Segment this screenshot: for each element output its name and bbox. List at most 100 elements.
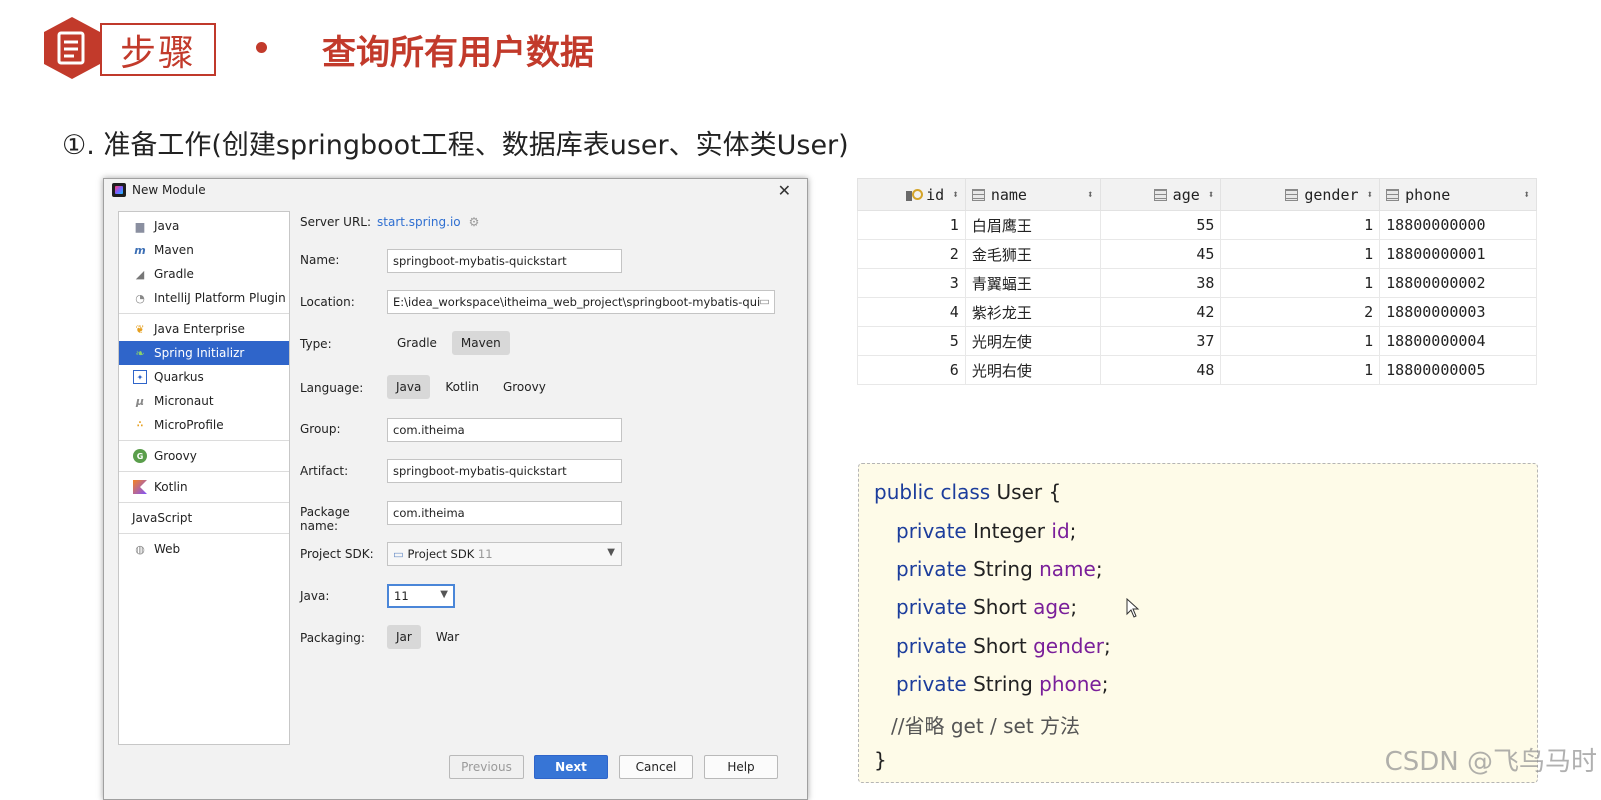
sort-icon[interactable]: ⬍: [1087, 188, 1094, 201]
java-version-label: Java:: [300, 589, 330, 603]
sidebar-item-micronaut[interactable]: μ Micronaut: [119, 389, 289, 413]
project-sdk-select[interactable]: ▭ Project SDK 11 ▼: [387, 542, 622, 566]
table-row[interactable]: 4 紫衫龙王 42 2 18800000003: [857, 297, 1537, 327]
group-row: Group:: [300, 422, 390, 436]
type-option-maven[interactable]: Maven: [451, 331, 510, 355]
sort-icon[interactable]: ⬍: [1367, 188, 1374, 201]
language-option-java[interactable]: Java: [387, 375, 431, 399]
server-url-link[interactable]: start.spring.io: [377, 215, 461, 229]
chevron-down-icon: ▼: [440, 589, 448, 600]
column-header-gender[interactable]: gender ⬍: [1220, 178, 1381, 211]
sidebar-item-groovy[interactable]: G Groovy: [119, 444, 289, 468]
microprofile-icon: ∴: [136, 420, 144, 430]
kotlin-icon: [133, 480, 147, 494]
language-option-kotlin[interactable]: Kotlin: [436, 375, 488, 399]
code-line-field: private Integer id;: [896, 519, 1076, 543]
cell-age[interactable]: 37: [1099, 326, 1222, 356]
cell-name[interactable]: 白眉鹰王: [964, 210, 1101, 240]
table-row[interactable]: 3 青翼蝠王 38 1 18800000002: [857, 268, 1537, 298]
cell-phone[interactable]: 18800000000: [1379, 210, 1537, 240]
package-name-input[interactable]: com.itheima: [387, 501, 622, 525]
sidebar-item-gradle[interactable]: ◢ Gradle: [119, 262, 289, 286]
type-option-gradle[interactable]: Gradle: [388, 331, 446, 355]
cell-id[interactable]: 1: [857, 210, 966, 240]
sidebar-item-maven[interactable]: m Maven: [119, 238, 289, 262]
column-header-name[interactable]: name ⬍: [964, 178, 1101, 211]
sidebar-item-spring-initializr[interactable]: ❧ Spring Initializr: [119, 341, 289, 365]
sidebar-item-java[interactable]: ▆ Java: [119, 214, 289, 238]
name-input[interactable]: springboot-mybatis-quickstart: [387, 249, 622, 273]
help-button[interactable]: Help: [704, 755, 778, 779]
close-icon[interactable]: ✕: [778, 181, 791, 200]
cell-phone[interactable]: 18800000001: [1379, 239, 1537, 269]
packaging-option-jar[interactable]: Jar: [387, 625, 421, 649]
cell-id[interactable]: 3: [857, 268, 966, 298]
cell-phone[interactable]: 18800000003: [1379, 297, 1537, 327]
next-button[interactable]: Next: [534, 755, 608, 779]
column-header-phone[interactable]: phone ⬍: [1379, 178, 1537, 211]
cell-age[interactable]: 42: [1099, 297, 1222, 327]
maven-icon: m: [134, 243, 146, 257]
sort-icon[interactable]: ⬍: [952, 188, 959, 201]
cell-name[interactable]: 光明右使: [964, 355, 1101, 385]
cell-name[interactable]: 光明左使: [964, 326, 1101, 356]
table-row[interactable]: 2 金毛狮王 45 1 18800000001: [857, 239, 1537, 269]
cell-age[interactable]: 45: [1099, 239, 1222, 269]
previous-button[interactable]: Previous: [449, 755, 524, 779]
gear-icon[interactable]: ⚙: [469, 215, 480, 229]
cell-phone[interactable]: 18800000002: [1379, 268, 1537, 298]
column-icon: [1285, 189, 1299, 201]
sidebar-item-quarkus[interactable]: ✦ Quarkus: [119, 365, 289, 389]
cell-id[interactable]: 2: [857, 239, 966, 269]
cell-name[interactable]: 青翼蝠王: [964, 268, 1101, 298]
code-field-name: gender: [1033, 634, 1105, 658]
sidebar-item-java-enterprise[interactable]: ❦ Java Enterprise: [119, 317, 289, 341]
cell-age[interactable]: 55: [1099, 210, 1222, 240]
table-row[interactable]: 5 光明左使 37 1 18800000004: [857, 326, 1537, 356]
cell-gender[interactable]: 1: [1220, 210, 1381, 240]
java-version-select[interactable]: 11 ▼: [387, 584, 455, 608]
code-type: Short: [973, 595, 1027, 619]
table-row[interactable]: 6 光明右使 48 1 18800000005: [857, 355, 1537, 385]
group-input[interactable]: com.itheima: [387, 418, 622, 442]
code-field-name: phone: [1039, 672, 1102, 696]
cell-age[interactable]: 48: [1099, 355, 1222, 385]
sort-icon[interactable]: ⬍: [1208, 188, 1215, 201]
cell-phone[interactable]: 18800000004: [1379, 326, 1537, 356]
folder-browse-icon[interactable]: ▭: [759, 294, 770, 308]
cell-gender[interactable]: 2: [1220, 297, 1381, 327]
cell-gender[interactable]: 1: [1220, 268, 1381, 298]
column-header-age[interactable]: age ⬍: [1099, 178, 1222, 211]
cell-phone[interactable]: 18800000005: [1379, 355, 1537, 385]
cell-gender[interactable]: 1: [1220, 355, 1381, 385]
cell-gender[interactable]: 1: [1220, 326, 1381, 356]
module-type-sidebar: ▆ Java m Maven ◢ Gradle ◔ IntelliJ Platf…: [118, 211, 290, 745]
sidebar-item-javascript[interactable]: JavaScript: [119, 506, 289, 530]
packaging-option-war[interactable]: War: [427, 625, 468, 649]
web-icon: ◍: [135, 542, 145, 556]
name-label: Name:: [300, 253, 340, 267]
sort-icon[interactable]: ⬍: [1523, 188, 1530, 201]
cell-name[interactable]: 金毛狮王: [964, 239, 1101, 269]
sidebar-item-kotlin[interactable]: Kotlin: [119, 475, 289, 499]
cell-id[interactable]: 4: [857, 297, 966, 327]
sidebar-item-intellij-plugin[interactable]: ◔ IntelliJ Platform Plugin: [119, 286, 289, 310]
artifact-input[interactable]: springboot-mybatis-quickstart: [387, 459, 622, 483]
cell-gender[interactable]: 1: [1220, 239, 1381, 269]
location-input[interactable]: E:\idea_workspace\itheima_web_project\sp…: [387, 290, 775, 314]
cell-age[interactable]: 38: [1099, 268, 1222, 298]
cell-id[interactable]: 5: [857, 326, 966, 356]
project-sdk-label: Project SDK:: [300, 547, 374, 561]
sidebar-item-microprofile[interactable]: ∴ MicroProfile: [119, 413, 289, 437]
sidebar-divider: [119, 440, 289, 441]
table-row[interactable]: 1 白眉鹰王 55 1 18800000000: [857, 210, 1537, 240]
language-option-groovy[interactable]: Groovy: [494, 375, 555, 399]
java-enterprise-icon: ❦: [135, 322, 145, 336]
cell-id[interactable]: 6: [857, 355, 966, 385]
sidebar-item-web[interactable]: ◍ Web: [119, 537, 289, 561]
code-comment: //省略 get / set 方法: [891, 714, 1081, 738]
cancel-button[interactable]: Cancel: [619, 755, 693, 779]
cell-name[interactable]: 紫衫龙王: [964, 297, 1101, 327]
column-header-id[interactable]: id ⬍: [857, 178, 966, 211]
type-row: Type:: [300, 337, 390, 351]
